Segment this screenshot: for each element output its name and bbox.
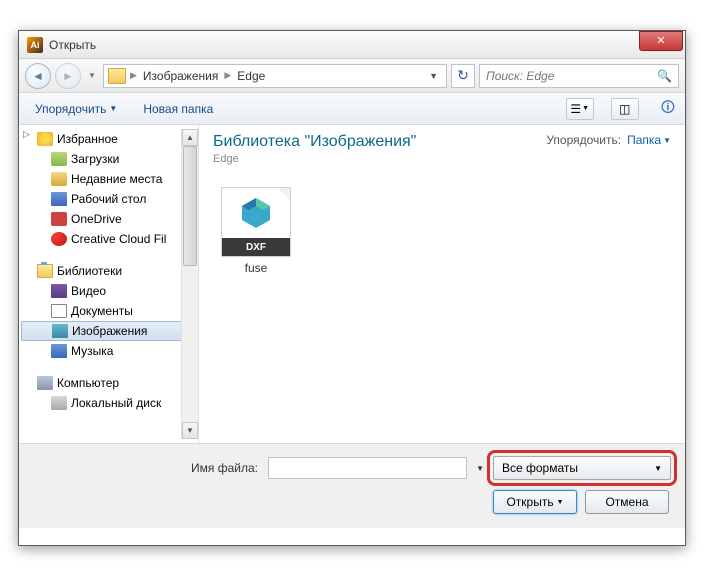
file-extension-badge: DXF — [222, 238, 290, 256]
tree-label: Creative Cloud Fil — [71, 232, 166, 246]
body-area: ▷ Избранное Загрузки Недавние места Рабо… — [19, 125, 685, 443]
filename-label: Имя файла: — [33, 461, 262, 475]
app-icon: Ai — [27, 37, 43, 53]
chevron-right-icon: ▶ — [222, 70, 233, 81]
navbar: ◄ ► ▼ ▶ Изображения ▶ Edge ▼ ↻ 🔍 — [19, 59, 685, 93]
dxf-logo-icon — [236, 196, 276, 230]
sidebar-item-downloads[interactable]: Загрузки — [19, 149, 198, 169]
tree-label: Библиотеки — [57, 264, 122, 278]
refresh-button[interactable]: ↻ — [451, 64, 475, 88]
scroll-up-button[interactable]: ▲ — [182, 129, 198, 146]
documents-icon — [51, 304, 67, 318]
chevron-down-icon: ▼ — [109, 104, 117, 113]
downloads-icon — [51, 152, 67, 166]
file-item[interactable]: DXF fuse — [213, 183, 299, 279]
desktop-icon — [51, 192, 67, 206]
star-icon — [37, 132, 53, 146]
expand-icon[interactable]: ▷ — [23, 129, 30, 140]
sidebar-item-documents[interactable]: Документы — [19, 301, 198, 321]
sidebar-item-cc[interactable]: Creative Cloud Fil — [19, 229, 198, 249]
preview-pane-button[interactable]: ◫ — [611, 98, 639, 120]
tree-label: Недавние места — [71, 172, 162, 186]
view-button[interactable]: ☰▼ — [566, 98, 594, 120]
address-bar[interactable]: ▶ Изображения ▶ Edge ▼ — [103, 64, 447, 88]
tree-label: Документы — [71, 304, 133, 318]
sort-dropdown[interactable]: Папка ▼ — [627, 133, 671, 147]
search-input[interactable] — [486, 69, 657, 83]
organize-label: Упорядочить — [35, 102, 106, 116]
tree-label: Компьютер — [57, 376, 119, 390]
organize-button[interactable]: Упорядочить ▼ — [29, 99, 123, 119]
tree-label: Изображения — [72, 324, 147, 338]
file-name: fuse — [217, 261, 295, 275]
cancel-button[interactable]: Отмена — [585, 490, 669, 514]
sidebar-favorites[interactable]: Избранное — [19, 129, 198, 149]
music-icon — [51, 344, 67, 358]
content-subtitle: Edge — [213, 153, 416, 165]
tree-label: Избранное — [57, 132, 118, 146]
creative-cloud-icon — [51, 232, 67, 246]
chevron-right-icon: ▶ — [128, 70, 139, 81]
forward-button[interactable]: ► — [55, 63, 81, 89]
sidebar-item-onedrive[interactable]: OneDrive — [19, 209, 198, 229]
search-box[interactable]: 🔍 — [479, 64, 679, 88]
format-value: Все форматы — [502, 461, 654, 475]
computer-icon — [37, 376, 53, 390]
open-button[interactable]: Открыть ▼ — [493, 490, 577, 514]
help-icon[interactable]: 🛈 — [661, 97, 675, 121]
window-title: Открыть — [49, 38, 639, 52]
history-dropdown[interactable]: ▼ — [85, 65, 99, 87]
sidebar-item-desktop[interactable]: Рабочий стол — [19, 189, 198, 209]
onedrive-icon — [51, 212, 67, 226]
content-pane: Библиотека "Изображения" Edge Упорядочит… — [199, 125, 685, 443]
folder-icon — [108, 68, 126, 84]
tree-label: Видео — [71, 284, 106, 298]
titlebar: Ai Открыть ✕ — [19, 31, 685, 59]
footer: Имя файла: ▼ Все форматы ▼ Открыть ▼ Отм… — [19, 443, 685, 528]
sort-label: Упорядочить: — [546, 133, 621, 147]
filename-dropdown[interactable]: ▼ — [473, 464, 487, 473]
sidebar-item-recent[interactable]: Недавние места — [19, 169, 198, 189]
path-segment[interactable]: Edge — [233, 69, 269, 83]
filename-input[interactable] — [268, 457, 467, 479]
chevron-down-icon: ▼ — [654, 464, 662, 473]
scroll-thumb[interactable] — [183, 146, 197, 266]
sidebar-item-images[interactable]: Изображения — [21, 321, 196, 341]
open-dialog: Ai Открыть ✕ ◄ ► ▼ ▶ Изображения ▶ Edge … — [18, 30, 686, 546]
sidebar: ▷ Избранное Загрузки Недавние места Рабо… — [19, 125, 199, 443]
new-folder-button[interactable]: Новая папка — [137, 99, 219, 119]
tree-label: OneDrive — [71, 212, 122, 226]
sidebar-item-music[interactable]: Музыка — [19, 341, 198, 361]
sidebar-item-video[interactable]: Видео — [19, 281, 198, 301]
libraries-icon — [37, 264, 53, 278]
chevron-down-icon: ▼ — [663, 136, 671, 145]
address-dropdown[interactable]: ▼ — [423, 71, 444, 81]
toolbar: Упорядочить ▼ Новая папка ☰▼ ◫ 🛈 — [19, 93, 685, 125]
format-select[interactable]: Все форматы ▼ — [493, 456, 671, 480]
tree-label: Музыка — [71, 344, 113, 358]
back-button[interactable]: ◄ — [25, 63, 51, 89]
images-icon — [52, 324, 68, 338]
tree-label: Локальный диск — [71, 396, 161, 410]
video-icon — [51, 284, 67, 298]
close-button[interactable]: ✕ — [639, 31, 683, 51]
disk-icon — [51, 396, 67, 410]
sidebar-item-disk[interactable]: Локальный диск — [19, 393, 198, 413]
path-segment[interactable]: Изображения — [139, 69, 222, 83]
content-title: Библиотека "Изображения" — [213, 133, 416, 151]
search-icon[interactable]: 🔍 — [657, 69, 672, 83]
recent-icon — [51, 172, 67, 186]
sidebar-computer[interactable]: Компьютер — [19, 373, 198, 393]
new-folder-label: Новая папка — [143, 102, 213, 116]
tree-label: Загрузки — [71, 152, 119, 166]
scroll-down-button[interactable]: ▼ — [182, 422, 198, 439]
sidebar-scrollbar[interactable]: ▲ ▼ — [181, 129, 198, 439]
sidebar-libraries[interactable]: Библиотеки — [19, 261, 198, 281]
file-grid: DXF fuse — [213, 183, 671, 279]
file-thumbnail: DXF — [221, 187, 291, 257]
tree-label: Рабочий стол — [71, 192, 146, 206]
